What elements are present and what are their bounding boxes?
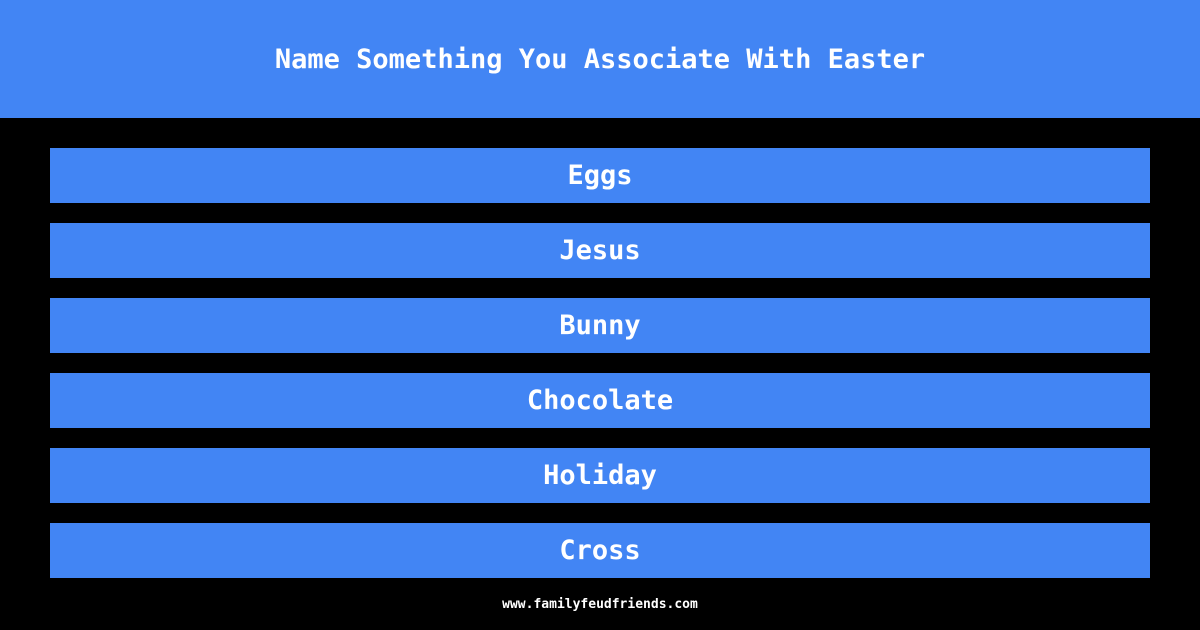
answer-row[interactable]: Jesus: [50, 223, 1150, 278]
answer-label: Eggs: [567, 160, 633, 191]
answer-label: Cross: [559, 535, 641, 566]
family-feud-answer-card: Name Something You Associate With Easter…: [0, 0, 1200, 630]
question-title: Name Something You Associate With Easter: [274, 43, 926, 75]
footer: www.familyfeudfriends.com: [0, 578, 1200, 630]
answer-label: Jesus: [559, 235, 641, 266]
answer-row[interactable]: Eggs: [50, 148, 1150, 203]
site-url[interactable]: www.familyfeudfriends.com: [502, 598, 698, 611]
answer-row[interactable]: Cross: [50, 523, 1150, 578]
answer-row[interactable]: Bunny: [50, 298, 1150, 353]
answer-list: Eggs Jesus Bunny Chocolate Holiday Cross: [0, 118, 1200, 578]
answer-label: Chocolate: [526, 385, 674, 416]
answer-label: Bunny: [559, 310, 641, 341]
answer-row[interactable]: Holiday: [50, 448, 1150, 503]
question-banner: Name Something You Associate With Easter: [0, 0, 1200, 118]
answer-label: Holiday: [543, 460, 657, 491]
answer-row[interactable]: Chocolate: [50, 373, 1150, 428]
